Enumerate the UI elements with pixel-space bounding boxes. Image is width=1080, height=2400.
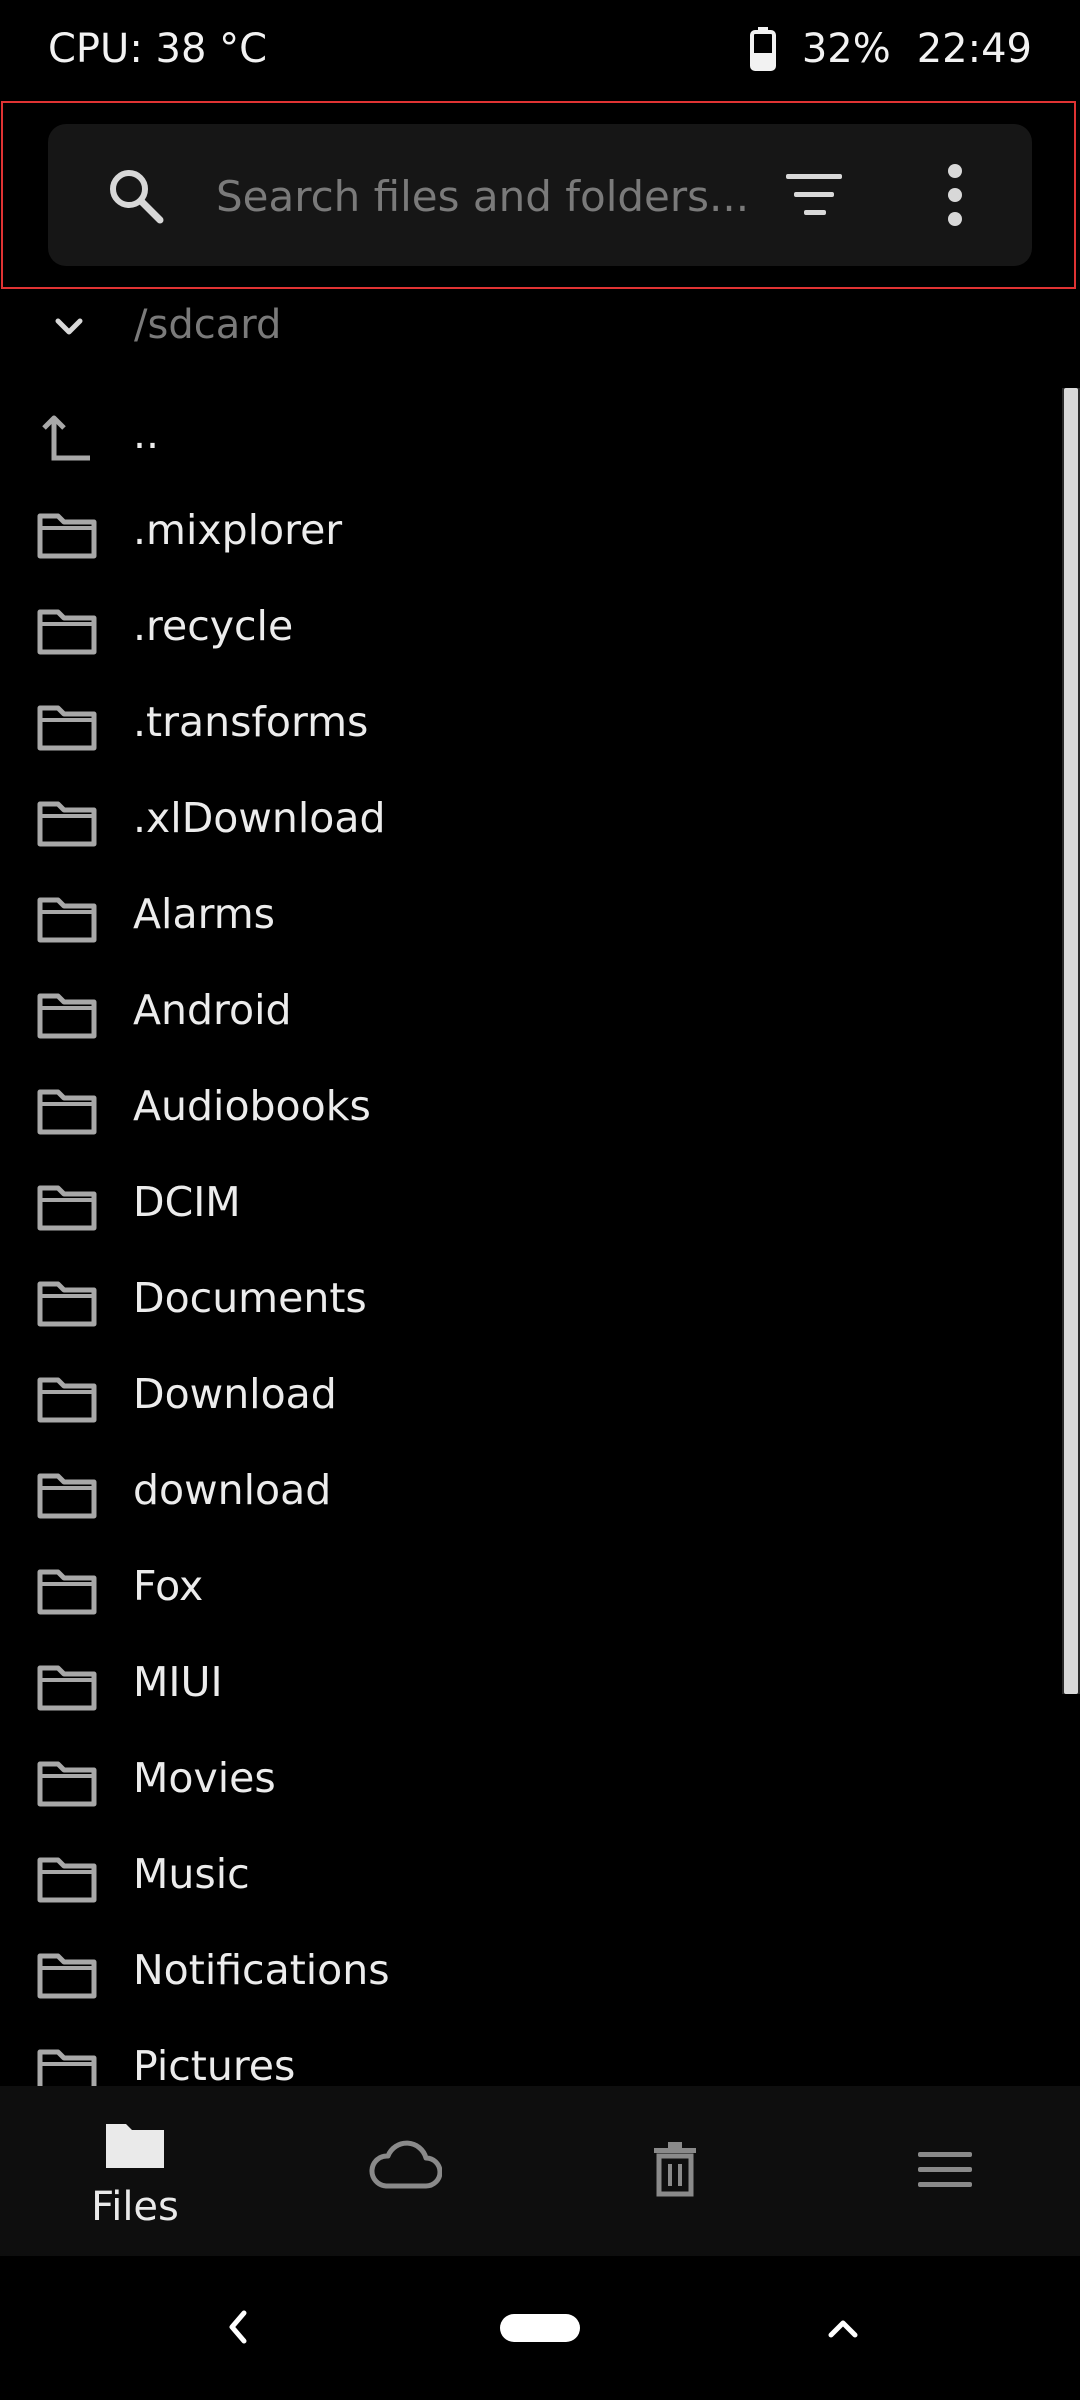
list-item[interactable]: Alarms bbox=[0, 870, 1060, 966]
cloud-icon bbox=[369, 2140, 442, 2189]
folder-icon bbox=[37, 513, 97, 559]
clock: 22:49 bbox=[916, 26, 1032, 72]
chevron-down-icon[interactable] bbox=[52, 310, 86, 344]
file-name: Fox bbox=[133, 1562, 204, 1610]
folder-icon bbox=[37, 1761, 97, 1807]
system-navigation bbox=[0, 2256, 1080, 2400]
home-button[interactable] bbox=[500, 2314, 580, 2342]
nav-files-label: Files bbox=[91, 2184, 179, 2230]
nav-cloud[interactable] bbox=[305, 2086, 505, 2256]
nav-menu[interactable] bbox=[845, 2086, 1045, 2256]
list-item[interactable]: .mixplorer bbox=[0, 486, 1060, 582]
files-icon bbox=[106, 2124, 164, 2168]
folder-icon bbox=[37, 1569, 97, 1615]
file-name: MIUI bbox=[133, 1658, 223, 1706]
search-icon[interactable] bbox=[104, 164, 166, 226]
folder-icon bbox=[37, 1473, 97, 1519]
folder-icon bbox=[37, 705, 97, 751]
folder-icon bbox=[37, 1953, 97, 1999]
file-list[interactable]: .. .mixplorer .recycle .transforms .xlDo… bbox=[0, 390, 1060, 2086]
trash-icon bbox=[654, 2142, 696, 2197]
search-input[interactable] bbox=[214, 159, 778, 233]
folder-icon bbox=[37, 609, 97, 655]
battery-icon bbox=[749, 27, 776, 71]
file-name: Documents bbox=[133, 1274, 367, 1322]
file-name: Download bbox=[133, 1370, 337, 1418]
folder-icon bbox=[37, 1089, 97, 1135]
folder-icon bbox=[37, 1377, 97, 1423]
list-item[interactable]: Audiobooks bbox=[0, 1062, 1060, 1158]
file-name: Pictures bbox=[133, 2042, 296, 2086]
folder-icon bbox=[37, 1185, 97, 1231]
nav-recycle-bin[interactable] bbox=[575, 2086, 775, 2256]
file-name: download bbox=[133, 1466, 332, 1514]
list-item[interactable]: Movies bbox=[0, 1734, 1060, 1830]
folder-icon bbox=[37, 801, 97, 847]
list-item-parent-dir[interactable]: .. bbox=[0, 390, 1060, 486]
file-name: .xlDownload bbox=[133, 794, 386, 842]
file-name: .mixplorer bbox=[133, 506, 343, 554]
list-item[interactable]: DCIM bbox=[0, 1158, 1060, 1254]
list-item[interactable]: MIUI bbox=[0, 1638, 1060, 1734]
file-name: .transforms bbox=[133, 698, 369, 746]
file-name: .recycle bbox=[133, 602, 294, 650]
bottom-navigation: Files bbox=[0, 2086, 1080, 2256]
file-name: Music bbox=[133, 1850, 250, 1898]
battery-percent: 32% bbox=[801, 26, 891, 72]
list-item[interactable]: .transforms bbox=[0, 678, 1060, 774]
scrollbar-thumb[interactable] bbox=[1064, 388, 1078, 1694]
list-item[interactable]: .recycle bbox=[0, 582, 1060, 678]
list-item[interactable]: Music bbox=[0, 1830, 1060, 1926]
more-vert-icon[interactable] bbox=[944, 162, 966, 228]
menu-icon bbox=[918, 2152, 972, 2187]
cpu-temperature: CPU: 38 °C bbox=[48, 26, 268, 72]
parent-dir-icon bbox=[42, 415, 90, 461]
list-item[interactable]: Android bbox=[0, 966, 1060, 1062]
nav-files[interactable]: Files bbox=[35, 2086, 235, 2256]
status-bar: CPU: 38 °C 32% 22:49 bbox=[0, 0, 1080, 100]
list-item[interactable]: Pictures bbox=[0, 2022, 1060, 2086]
list-item[interactable]: Fox bbox=[0, 1542, 1060, 1638]
list-item[interactable]: Notifications bbox=[0, 1926, 1060, 2022]
file-name: Movies bbox=[133, 1754, 276, 1802]
chevron-up-icon[interactable] bbox=[826, 2314, 860, 2342]
current-path: /sdcard bbox=[134, 302, 282, 348]
list-item[interactable]: Documents bbox=[0, 1254, 1060, 1350]
folder-icon bbox=[37, 993, 97, 1039]
file-name: Alarms bbox=[133, 890, 275, 938]
status-right: 32% 22:49 bbox=[749, 26, 1032, 72]
file-name: Android bbox=[133, 986, 292, 1034]
back-icon[interactable] bbox=[224, 2308, 252, 2346]
search-bar[interactable] bbox=[48, 124, 1032, 266]
list-item[interactable]: download bbox=[0, 1446, 1060, 1542]
file-name: .. bbox=[133, 410, 160, 458]
file-name: Notifications bbox=[133, 1946, 390, 1994]
sort-filter-icon[interactable] bbox=[784, 170, 844, 220]
list-item[interactable]: .xlDownload bbox=[0, 774, 1060, 870]
folder-icon bbox=[37, 2049, 97, 2086]
path-breadcrumb[interactable]: /sdcard bbox=[0, 290, 1080, 364]
folder-icon bbox=[37, 897, 97, 943]
folder-icon bbox=[37, 1665, 97, 1711]
file-name: Audiobooks bbox=[133, 1082, 371, 1130]
folder-icon bbox=[37, 1281, 97, 1327]
list-item[interactable]: Download bbox=[0, 1350, 1060, 1446]
file-name: DCIM bbox=[133, 1178, 241, 1226]
folder-icon bbox=[37, 1857, 97, 1903]
